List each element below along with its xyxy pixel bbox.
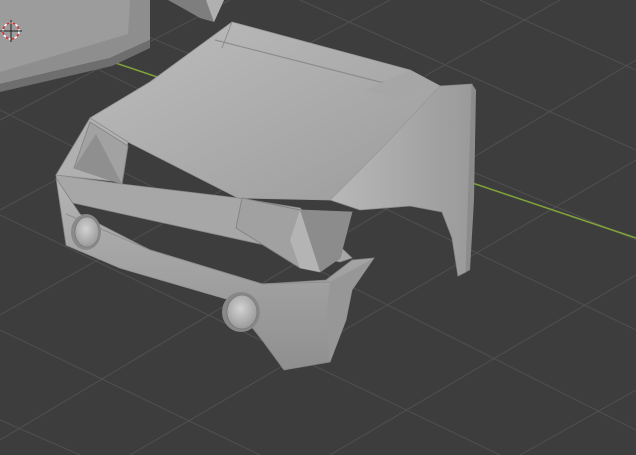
left-fog-lamp: [71, 214, 101, 250]
right-fog-lamp: [222, 292, 260, 332]
viewport-canvas[interactable]: [0, 0, 636, 455]
3d-viewport[interactable]: [0, 0, 636, 455]
